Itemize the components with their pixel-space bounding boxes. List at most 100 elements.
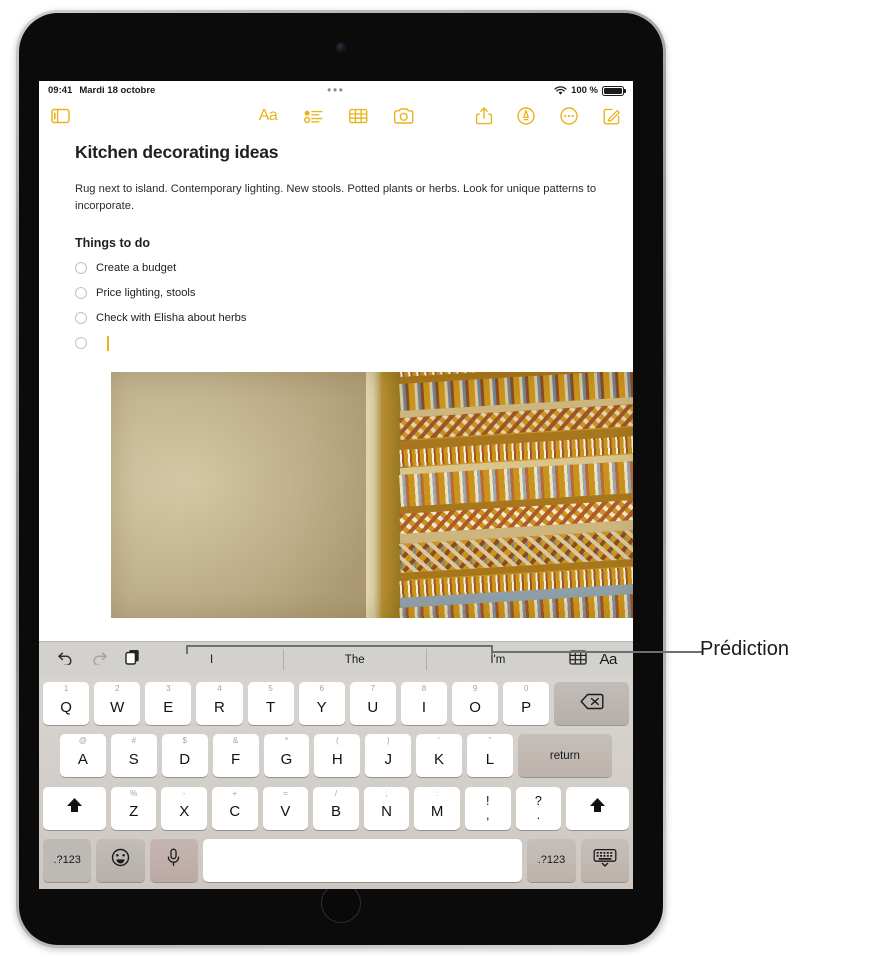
key-alt-label: 0 bbox=[523, 684, 529, 693]
key-o[interactable]: 9O bbox=[452, 682, 499, 725]
page-title: Kitchen decorating ideas bbox=[75, 142, 279, 162]
key-u[interactable]: 7U bbox=[349, 682, 396, 725]
key-label-top: ! bbox=[485, 794, 490, 809]
return-key-label: return bbox=[549, 749, 580, 762]
key-label: E bbox=[163, 698, 174, 716]
key-q[interactable]: 1Q bbox=[43, 682, 90, 725]
key-label: T bbox=[265, 698, 276, 716]
checkbox-icon[interactable] bbox=[75, 312, 87, 325]
key-t[interactable]: 5T bbox=[247, 682, 294, 725]
checklist-icon[interactable] bbox=[303, 109, 322, 124]
note-photo[interactable] bbox=[111, 371, 633, 618]
key-alt-label: = bbox=[283, 788, 288, 798]
key-label: Y bbox=[316, 698, 327, 716]
home-button[interactable] bbox=[321, 883, 361, 923]
hide-keyboard-icon bbox=[593, 848, 617, 872]
key-alt-label: + bbox=[232, 788, 238, 798]
share-icon[interactable] bbox=[476, 107, 492, 125]
checklist-item-active[interactable] bbox=[75, 331, 597, 356]
key-p[interactable]: 0P bbox=[503, 682, 550, 725]
checklist-item[interactable]: Check with Elisha about herbs bbox=[75, 306, 597, 331]
shift-key-right[interactable] bbox=[566, 786, 629, 830]
checklist-item-label: Price lighting, stools bbox=[96, 287, 196, 300]
ipad-device: 09:41 Mardi 18 octobre ••• 100 % Aa Kitc… bbox=[16, 10, 666, 948]
key-z[interactable]: % Z bbox=[110, 786, 157, 830]
emoji-key[interactable] bbox=[96, 838, 145, 882]
table-icon[interactable] bbox=[348, 108, 367, 124]
status-date: Mardi 18 octobre bbox=[79, 85, 156, 96]
key-question-period[interactable]: ?. bbox=[515, 786, 562, 830]
checkbox-icon[interactable] bbox=[75, 337, 87, 350]
key-h[interactable]: (H bbox=[314, 734, 361, 778]
key-label: F bbox=[230, 750, 241, 768]
compose-icon[interactable] bbox=[603, 107, 621, 125]
numbers-key-right[interactable]: .?123 bbox=[527, 838, 576, 882]
key-alt-label: # bbox=[131, 736, 137, 746]
key-e[interactable]: 3E bbox=[145, 682, 192, 725]
shift-key-left[interactable] bbox=[43, 786, 106, 830]
key-d[interactable]: $ D bbox=[161, 734, 208, 778]
backspace-key[interactable] bbox=[554, 682, 629, 725]
space-key[interactable] bbox=[202, 838, 523, 882]
microphone-icon bbox=[166, 848, 181, 872]
key-label: I bbox=[421, 698, 427, 716]
key-k[interactable]: ' K bbox=[416, 734, 462, 778]
checkbox-icon[interactable] bbox=[75, 287, 87, 300]
camera-icon[interactable] bbox=[393, 108, 413, 124]
key-g[interactable]: * G bbox=[263, 734, 310, 778]
key-label: D bbox=[179, 750, 191, 768]
more-circle-icon[interactable] bbox=[560, 107, 578, 125]
emoji-icon bbox=[111, 848, 130, 872]
paste-icon[interactable] bbox=[125, 649, 140, 670]
format-text-button[interactable]: Aa bbox=[259, 108, 278, 124]
callout-bracket-left-tick bbox=[186, 645, 188, 654]
format-text-button[interactable]: Aa bbox=[599, 651, 617, 668]
key-y[interactable]: 6Y bbox=[298, 682, 345, 725]
return-key[interactable]: return bbox=[517, 734, 612, 778]
key-alt-label: 6 bbox=[319, 684, 324, 693]
note-content[interactable]: Kitchen decorating ideas Rug next to isl… bbox=[39, 132, 633, 618]
prediction-word[interactable]: I'm bbox=[426, 642, 569, 677]
onscreen-keyboard: 1Q 2W 3E 4R 5T 6Y 7U 8I 9O 0P @ A # S $ … bbox=[39, 677, 633, 889]
key-x[interactable]: -X bbox=[161, 786, 208, 830]
checklist-item[interactable]: Create a budget bbox=[75, 256, 597, 281]
key-label-bottom: . bbox=[536, 807, 541, 822]
hide-keyboard-key[interactable] bbox=[580, 838, 629, 882]
prediction-word[interactable]: The bbox=[283, 642, 426, 677]
key-alt-label: 2 bbox=[114, 684, 120, 693]
keyboard-row-2: @ A # S $ D & F * G (H ) J ' K " L return bbox=[43, 734, 629, 778]
device-bezel: 09:41 Mardi 18 octobre ••• 100 % Aa Kitc… bbox=[19, 13, 663, 945]
key-c[interactable]: + C bbox=[212, 786, 258, 830]
screenshot-stage: 09:41 Mardi 18 octobre ••• 100 % Aa Kitc… bbox=[0, 0, 891, 958]
key-j[interactable]: ) J bbox=[365, 734, 412, 778]
checkbox-icon[interactable] bbox=[75, 262, 87, 275]
key-f[interactable]: & F bbox=[212, 734, 259, 778]
key-exclamation-comma[interactable]: !, bbox=[464, 786, 511, 830]
undo-icon[interactable] bbox=[57, 650, 74, 670]
key-b[interactable]: / B bbox=[313, 786, 359, 830]
numbers-key-left[interactable]: .?123 bbox=[43, 838, 92, 882]
numbers-key-label: .?123 bbox=[53, 854, 81, 867]
callout-leader-line bbox=[491, 651, 664, 653]
key-r[interactable]: 4R bbox=[196, 682, 243, 725]
redo-icon[interactable] bbox=[91, 650, 108, 670]
key-a[interactable]: @ A bbox=[60, 734, 106, 778]
key-label: J bbox=[384, 750, 392, 768]
key-v[interactable]: = V bbox=[262, 786, 309, 830]
key-s[interactable]: # S bbox=[110, 734, 157, 778]
key-i[interactable]: 8I bbox=[400, 682, 447, 725]
key-m[interactable]: :M bbox=[414, 786, 460, 830]
checklist-item[interactable]: Price lighting, stools bbox=[75, 281, 597, 306]
key-alt-label: / bbox=[334, 788, 338, 798]
markup-pen-icon[interactable] bbox=[517, 107, 535, 125]
wifi-icon bbox=[554, 85, 567, 96]
prediction-word[interactable]: I bbox=[140, 642, 283, 677]
sidebar-icon[interactable] bbox=[51, 108, 70, 124]
key-label: V bbox=[280, 803, 291, 821]
key-n[interactable]: ; N bbox=[363, 786, 410, 830]
key-alt-label: % bbox=[130, 788, 138, 798]
dictation-key[interactable] bbox=[149, 838, 198, 882]
key-w[interactable]: 2W bbox=[94, 682, 141, 725]
key-alt-label: * bbox=[284, 736, 288, 746]
key-l[interactable]: " L bbox=[467, 734, 513, 778]
